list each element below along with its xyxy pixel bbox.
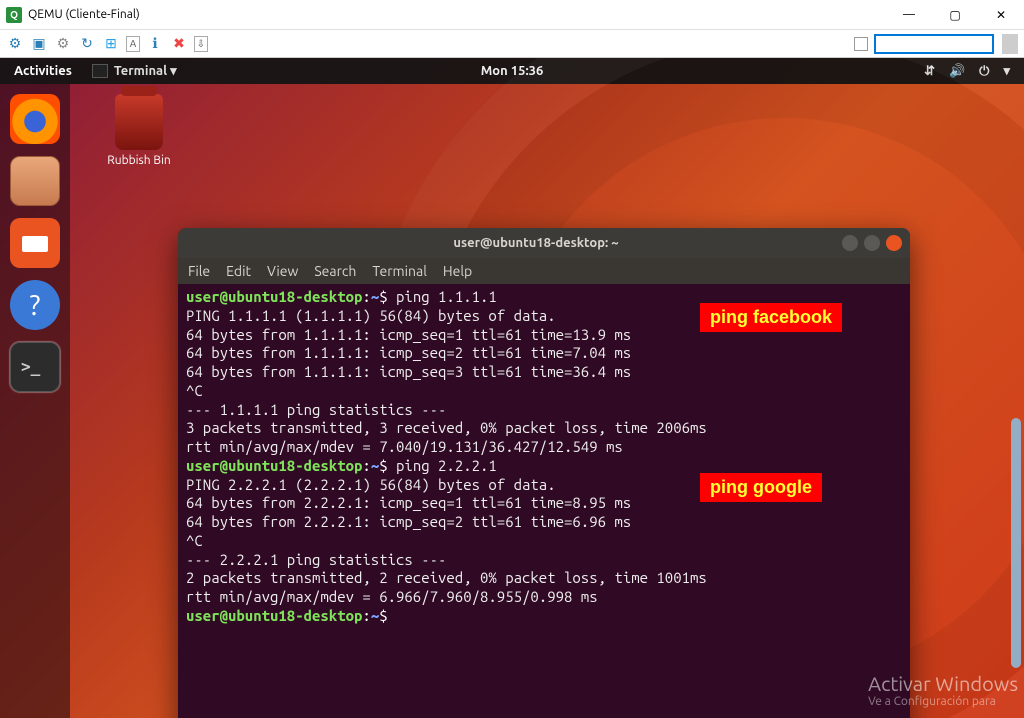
dock-software[interactable] <box>10 218 60 268</box>
trash-icon <box>115 94 163 150</box>
activities-button[interactable]: Activities <box>0 64 86 78</box>
qemu-tool-stop-icon[interactable]: ✖ <box>170 35 188 53</box>
qemu-tool-refresh-icon[interactable]: ↻ <box>78 35 96 53</box>
power-icon[interactable]: ⏻ <box>979 64 989 79</box>
qemu-tool-settings-icon[interactable]: ⚙ <box>6 35 24 53</box>
host-window-titlebar: Q QEMU (Cliente-Final) — ▢ ✕ <box>0 0 1024 30</box>
menu-edit[interactable]: Edit <box>226 263 251 279</box>
menu-terminal[interactable]: Terminal <box>372 263 427 279</box>
maximize-button[interactable]: ▢ <box>932 0 978 30</box>
minimize-button[interactable]: — <box>886 0 932 30</box>
qemu-toolbar-input[interactable] <box>874 34 994 54</box>
menu-search[interactable]: Search <box>314 263 356 279</box>
qemu-tool-script-icon[interactable]: A <box>126 36 140 52</box>
gnome-top-bar: Activities Terminal ▾ Mon 15:36 ⇵ 🔊 ⏻ ▾ <box>0 58 1024 84</box>
qemu-tool-display-icon[interactable]: ▣ <box>30 35 48 53</box>
close-button[interactable]: ✕ <box>978 0 1024 30</box>
terminal-maximize-button[interactable] <box>864 235 880 251</box>
chevron-down-icon[interactable]: ▾ <box>1003 64 1010 79</box>
app-menu-label: Terminal ▾ <box>114 64 177 79</box>
trash-label: Rubbish Bin <box>96 154 182 167</box>
terminal-close-button[interactable] <box>886 235 902 251</box>
terminal-title: user@ubuntu18-desktop: ~ <box>238 236 834 250</box>
dock-files[interactable] <box>10 156 60 206</box>
system-tray[interactable]: ⇵ 🔊 ⏻ ▾ <box>924 64 1024 79</box>
desktop-trash[interactable]: Rubbish Bin <box>96 94 182 167</box>
host-window-controls: — ▢ ✕ <box>886 0 1024 30</box>
dock-help[interactable]: ? <box>10 280 60 330</box>
qemu-tool-windows-icon[interactable]: ⊞ <box>102 35 120 53</box>
terminal-minimize-button[interactable] <box>842 235 858 251</box>
network-icon[interactable]: ⇵ <box>924 64 935 79</box>
menu-file[interactable]: File <box>188 263 210 279</box>
volume-icon[interactable]: 🔊 <box>949 64 965 79</box>
qemu-app-icon: Q <box>6 7 22 23</box>
qemu-tool-info-icon[interactable]: ℹ <box>146 35 164 53</box>
annotation-ping-google: ping google <box>700 473 822 502</box>
annotation-ping-facebook: ping facebook <box>700 303 842 332</box>
terminal-menubar: File Edit View Search Terminal Help <box>178 258 910 284</box>
qemu-tool-download-icon[interactable]: ⇩ <box>194 36 208 52</box>
terminal-titlebar[interactable]: user@ubuntu18-desktop: ~ <box>178 228 910 258</box>
dock: ? <box>0 84 70 718</box>
qemu-vscroll-up-icon[interactable] <box>1002 34 1018 54</box>
clock[interactable]: Mon 15:36 <box>481 64 544 78</box>
qemu-tool-gear-icon[interactable]: ⚙ <box>54 35 72 53</box>
host-window-title: QEMU (Cliente-Final) <box>28 8 140 21</box>
app-menu-terminal[interactable]: Terminal ▾ <box>86 64 183 79</box>
dock-terminal[interactable] <box>10 342 60 392</box>
guest-scrollbar-thumb[interactable] <box>1011 418 1021 668</box>
guest-desktop: Activities Terminal ▾ Mon 15:36 ⇵ 🔊 ⏻ ▾ … <box>0 58 1024 718</box>
menu-help[interactable]: Help <box>443 263 472 279</box>
qemu-toolbar-checkbox[interactable] <box>854 37 868 51</box>
menu-view[interactable]: View <box>267 263 298 279</box>
terminal-icon <box>92 64 108 78</box>
dock-firefox[interactable] <box>10 94 60 144</box>
qemu-toolbar: ⚙ ▣ ⚙ ↻ ⊞ A ℹ ✖ ⇩ <box>0 30 1024 58</box>
